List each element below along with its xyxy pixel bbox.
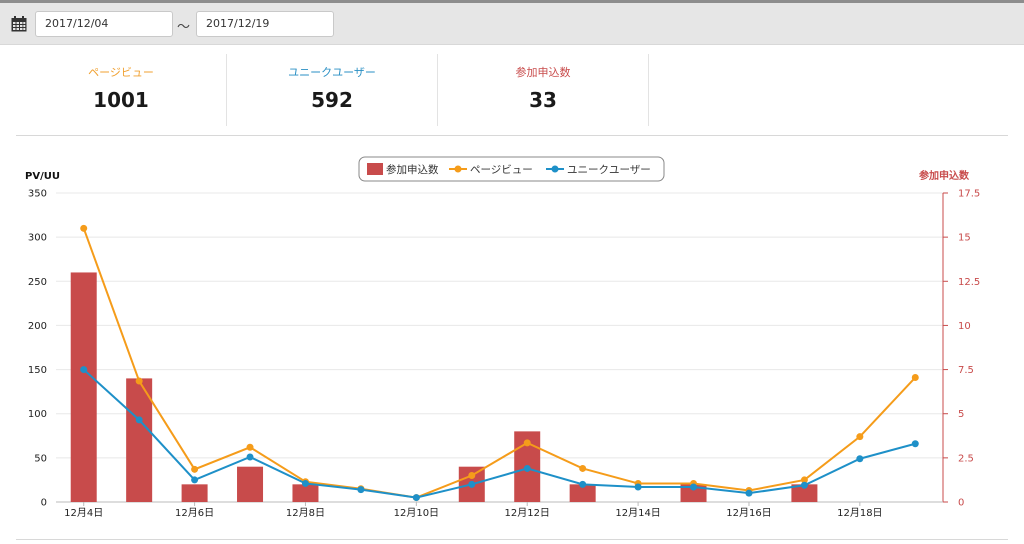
bar-registrations [70,272,97,502]
combo-chart: 0 50 100 150 200 250 300 350 0 2.5 5 7.5 10 12.5 15 17.… [25,156,980,519]
date-range-toolbar: 2017/12/04 〜 2017/12/19 [0,3,1024,45]
y-right-tick-label: 12.5 [958,277,980,288]
unique-user-point [800,481,808,489]
pageview-point [246,443,254,451]
stat-value: 592 [311,88,353,112]
stat-unique-users: ユニークユーザー 592 [227,54,438,126]
x-tick-label: 12月8日 [286,507,325,519]
legend-bar-swatch [367,163,383,175]
x-tick-label: 12月10日 [394,507,439,519]
unique-user-point [191,476,199,484]
unique-user-point [80,366,88,374]
stat-pageviews: ページビュー 1001 [16,54,227,126]
x-tick-label: 12月18日 [837,507,882,519]
unique-user-point [468,480,476,488]
legend-uu-marker [551,165,559,173]
pageview-point [191,465,199,473]
pageview-line [82,227,917,499]
bar-registrations [181,484,208,502]
unique-user-point [634,483,642,491]
divider [16,135,1008,136]
y-left-tick-label: 50 [34,453,47,464]
unique-user-point [412,494,420,502]
y-left-tick-label: 100 [28,409,47,420]
unique-user-point [745,489,753,497]
end-date-input[interactable]: 2017/12/19 [196,11,334,37]
y-left-tick-label: 150 [28,365,47,376]
pageview-point [80,224,88,232]
unique-user-point [690,483,698,491]
divider [16,539,1008,540]
unique-user-point [579,480,587,488]
unique-user-point [911,440,919,448]
unique-user-point [357,486,365,494]
x-tick-label: 12月14日 [615,507,660,519]
y-left-tick-label: 200 [28,321,47,332]
y-left-tick-label: 300 [28,233,47,244]
stat-label: ページビュー [88,66,154,79]
x-tick-label: 12月6日 [175,507,214,519]
legend-label: 参加申込数 [386,163,439,176]
unique-user-point [246,453,254,461]
pageview-point [135,377,143,385]
stat-value: 33 [529,88,557,112]
y-left-axis-title: PV/UU [25,171,60,182]
calendar-icon[interactable] [11,16,27,32]
unique-user-point [856,455,864,463]
stat-label: ユニークユーザー [288,66,376,79]
legend-label: ユニークユーザー [567,164,651,176]
x-tick-label: 12月4日 [64,507,103,519]
y-right-tick-label: 15 [958,233,971,244]
y-right-tick-label: 10 [958,321,971,332]
y-right-tick-label: 17.5 [958,189,980,200]
stat-value: 1001 [93,88,149,112]
legend-pageview-marker [454,165,462,173]
bar-registrations [237,466,264,502]
y-right-tick-label: 2.5 [958,453,974,464]
x-tick-label: 12月16日 [726,507,771,519]
pageview-point [856,433,864,441]
x-tick-label: 12月12日 [504,507,549,519]
pageview-point [579,464,587,472]
pageview-point [911,374,919,382]
unique-user-point [301,479,309,487]
pageview-point [468,472,476,480]
stat-label: 参加申込数 [515,66,571,79]
y-left-tick-label: 0 [41,498,47,509]
legend-label: ページビュー [470,164,533,176]
bar-registrations [292,484,319,502]
date-range-separator: 〜 [177,20,191,35]
start-date-input[interactable]: 2017/12/04 [35,11,173,37]
unique-user-point [135,416,143,424]
y-left-tick-label: 250 [28,277,47,288]
y-right-tick-label: 5 [958,409,964,420]
y-right-tick-label: 0 [958,498,964,509]
summary-stats: ページビュー 1001 ユニークユーザー 592 参加申込数 33 [16,54,666,126]
stat-registrations: 参加申込数 33 [438,54,649,126]
unique-user-point [523,464,531,472]
pageview-point [523,439,531,447]
legend: 参加申込数 ページビュー ユニークユーザー [358,156,665,182]
y-right-tick-label: 7.5 [958,365,974,376]
y-left-tick-label: 350 [28,189,47,200]
y-right-axis-title: 参加申込数 [919,169,970,182]
unique-user-line [83,368,916,499]
